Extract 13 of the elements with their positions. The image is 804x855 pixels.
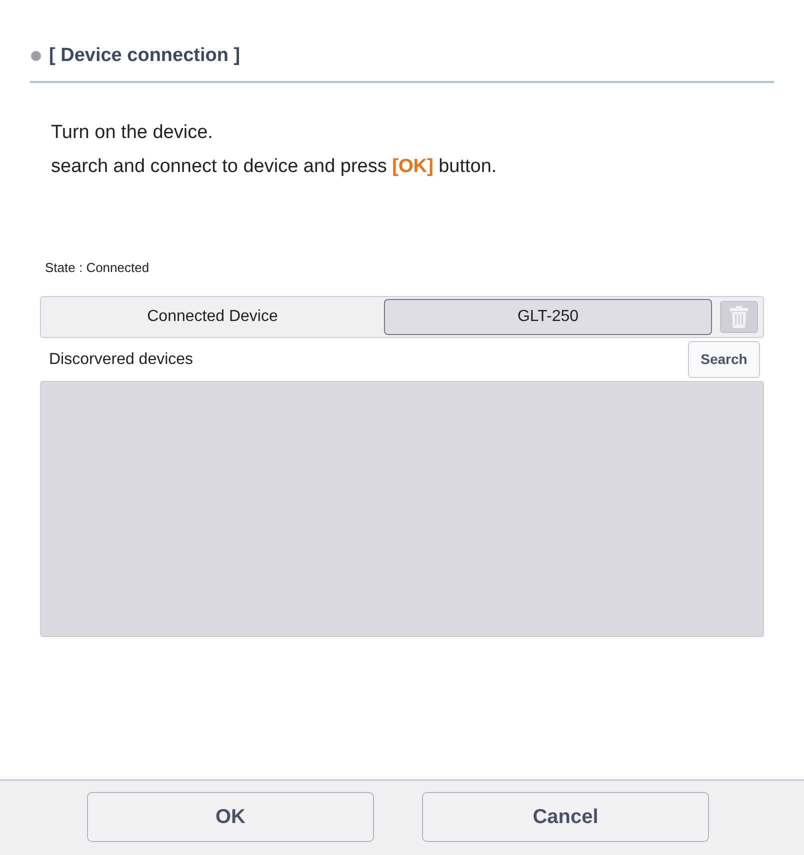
instruction-text: search and connect to device and press [OK] button. (51, 155, 498, 179)
state-label: State : Connected (45, 258, 150, 276)
cancel-button[interactable]: Cancel (422, 792, 709, 842)
device-name-field: GLT-250 (384, 299, 712, 335)
delete-button[interactable] (720, 301, 758, 333)
bullet-icon (31, 51, 41, 62)
section-title: [ Device connection ] (49, 44, 240, 68)
search-button[interactable]: Search (688, 341, 760, 378)
ok-button[interactable]: OK (87, 792, 374, 842)
trash-icon (729, 306, 749, 328)
connected-device-label: Connected Device (146, 307, 279, 327)
instruction-text: Turn on the device. (51, 120, 214, 144)
discovered-devices-label: Discorvered devices (49, 350, 194, 370)
